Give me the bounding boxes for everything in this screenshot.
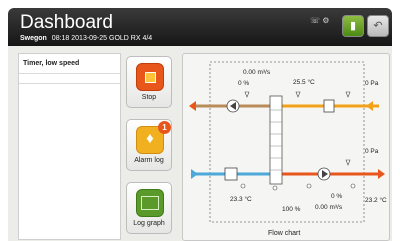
list-item (19, 74, 120, 84)
status-icons: ☏ ⚙ (310, 16, 330, 25)
alarm-log-button[interactable]: ♦ 1 Alarm log (126, 119, 172, 171)
back-button[interactable]: ↶ (367, 15, 389, 37)
header-bar: Dashboard Swegon 08:18 2013-09-25 GOLD R… (8, 8, 392, 46)
datetime-unit-info: 08:18 2013-09-25 GOLD RX 4/4 (51, 35, 153, 42)
back-arrow-icon: ↶ (373, 20, 383, 32)
outdoor-arrow-icon (191, 169, 198, 179)
bottom-percent-value: 0 % (331, 193, 343, 200)
supply-arrow-icon (378, 169, 385, 179)
extract-filter-icon (323, 99, 335, 113)
log-graph-label: Log graph (133, 220, 165, 227)
flow-chart-panel[interactable]: 0.00 m³/s 0 % 25.5 °C 0 Pa 0 Pa 23.3 °C … (182, 53, 390, 241)
top-airflow-value: 0.00 m³/s (243, 69, 271, 76)
brand-logo: Swegon (20, 35, 47, 42)
door-icon: ▮ (349, 20, 357, 32)
extract-arrow-icon (366, 101, 373, 111)
bottom-left-temperature: 23.3 °C (230, 196, 252, 203)
flow-chart-title: Flow chart (268, 230, 301, 237)
bottom-airflow-value: 0.00 m³/s (315, 204, 343, 211)
page-title: Dashboard (20, 12, 113, 33)
operation-status: Timer, low speed (19, 54, 120, 74)
heat-exchanger (269, 95, 283, 185)
exhaust-arrow-icon (189, 101, 196, 111)
stop-button[interactable]: Stop (126, 56, 172, 108)
top-temperature-value: 25.5 °C (293, 79, 315, 86)
bottom-center-percent: 100 % (282, 206, 301, 213)
header-subline: Swegon 08:18 2013-09-25 GOLD RX 4/4 (20, 35, 152, 43)
right-pressure-value: 0 Pa (365, 148, 379, 155)
supply-filter-icon (224, 167, 238, 181)
dashboard-screen: Dashboard Swegon 08:18 2013-09-25 GOLD R… (8, 8, 392, 241)
stop-label: Stop (141, 94, 157, 101)
top-percent-value: 0 % (238, 80, 250, 87)
alarm-count-badge: 1 (158, 121, 171, 134)
graph-icon (136, 189, 164, 217)
top-pressure-value: 0 Pa (365, 80, 379, 87)
alarm-log-label: Alarm log (134, 157, 164, 164)
stop-icon (136, 63, 164, 91)
bottom-right-temperature: 23.2 °C (365, 197, 387, 204)
log-graph-button[interactable]: Log graph (126, 182, 172, 234)
exit-button[interactable]: ▮ (342, 15, 364, 37)
status-list: Timer, low speed (18, 53, 121, 240)
